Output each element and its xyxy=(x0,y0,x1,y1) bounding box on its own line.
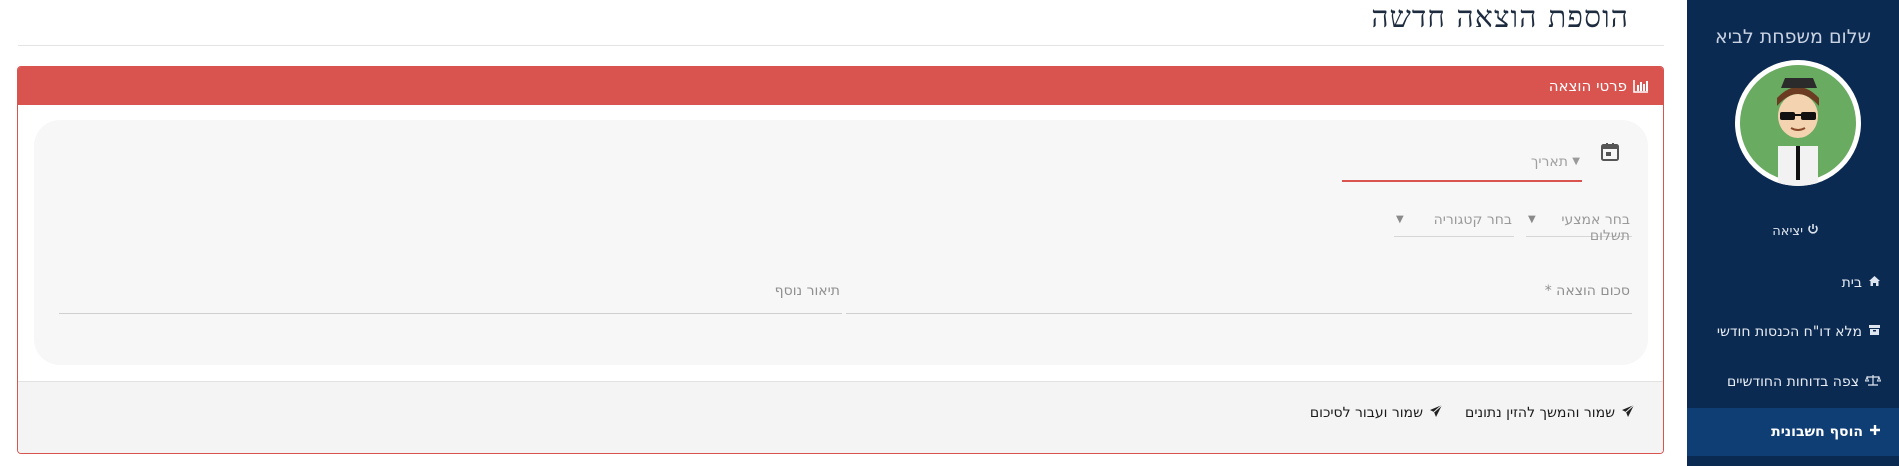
page-title: הוספת הוצאה חדשה xyxy=(1371,0,1629,35)
save-continue-label: שמור והמשך להזין נתונים xyxy=(1465,405,1615,421)
logout-label: יציאה xyxy=(1772,223,1803,239)
logout-button[interactable]: יציאה xyxy=(1772,223,1819,239)
save-summary-button[interactable]: שמור ועבור לסיכום xyxy=(1310,404,1443,422)
calendar-icon[interactable] xyxy=(1600,142,1620,166)
chevron-down-icon: ▼ xyxy=(1396,214,1404,225)
sidebar-item-monthly-income-report[interactable]: מלא דו"ח הכנסות חודשי xyxy=(1687,308,1899,356)
sidebar-item-label: בית xyxy=(1841,275,1862,291)
sidebar-item-label: הוסף חשבונית xyxy=(1771,424,1863,440)
payment-method-placeholder: בחר אמצעי תשלום xyxy=(1561,212,1630,244)
panel-footer: שמור והמשך להזין נתונים שמור ועבור לסיכו… xyxy=(18,381,1663,453)
description-label: תיאור נוסף xyxy=(774,283,840,299)
bar-chart-icon xyxy=(1633,79,1649,93)
sidebar-item-label: מלא דו"ח הכנסות חודשי xyxy=(1716,324,1862,340)
sidebar: שלום משפחת לביא יציאה בית מלא דו"ח הכנסו… xyxy=(1687,0,1899,466)
sidebar-item-label: צפה בדוחות החודשיים xyxy=(1726,374,1859,390)
send-icon xyxy=(1429,404,1443,422)
sidebar-item-view-reports[interactable]: צפה בדוחות החודשיים xyxy=(1687,358,1899,406)
sidebar-item-add-invoice[interactable]: הוסף חשבונית xyxy=(1687,408,1899,456)
panel-header: פרטי הוצאה xyxy=(18,67,1663,105)
payment-method-select[interactable]: בחר אמצעי תשלום ▼ xyxy=(1526,208,1632,244)
archive-icon xyxy=(1868,324,1881,340)
sidebar-item-home[interactable]: בית xyxy=(1687,259,1899,307)
send-icon xyxy=(1621,404,1635,422)
plus-icon xyxy=(1869,424,1881,440)
greeting-text: שלום משפחת לביא xyxy=(1715,26,1871,48)
expense-amount-label: סכום הוצאה * xyxy=(1544,283,1630,299)
chevron-down-icon: ▼ xyxy=(1528,214,1536,225)
power-icon xyxy=(1807,223,1819,239)
date-placeholder: תאריך xyxy=(1530,154,1568,170)
scale-icon xyxy=(1864,374,1882,390)
save-summary-label: שמור ועבור לסיכום xyxy=(1309,405,1423,421)
expense-details-panel: פרטי הוצאה ▼ תאריך בחר אמצעי תשלום ▼ בחר… xyxy=(17,66,1664,454)
date-picker[interactable]: ▼ תאריך xyxy=(1342,148,1582,182)
home-icon xyxy=(1868,275,1881,291)
description-field[interactable]: תיאור נוסף xyxy=(59,277,842,314)
panel-header-title: פרטי הוצאה xyxy=(1548,77,1627,95)
save-continue-button[interactable]: שמור והמשך להזין נתונים xyxy=(1465,404,1635,422)
form-card: ▼ תאריך בחר אמצעי תשלום ▼ בחר קטגוריה ▼ … xyxy=(34,120,1648,365)
title-divider xyxy=(18,45,1664,46)
category-placeholder: בחר קטגוריה xyxy=(1433,212,1512,228)
chevron-down-icon: ▼ xyxy=(1572,156,1580,167)
category-select[interactable]: בחר קטגוריה ▼ xyxy=(1394,208,1514,237)
expense-amount-field[interactable]: סכום הוצאה * xyxy=(846,277,1632,314)
avatar xyxy=(1735,60,1861,186)
avatar-illustration xyxy=(1740,65,1856,186)
